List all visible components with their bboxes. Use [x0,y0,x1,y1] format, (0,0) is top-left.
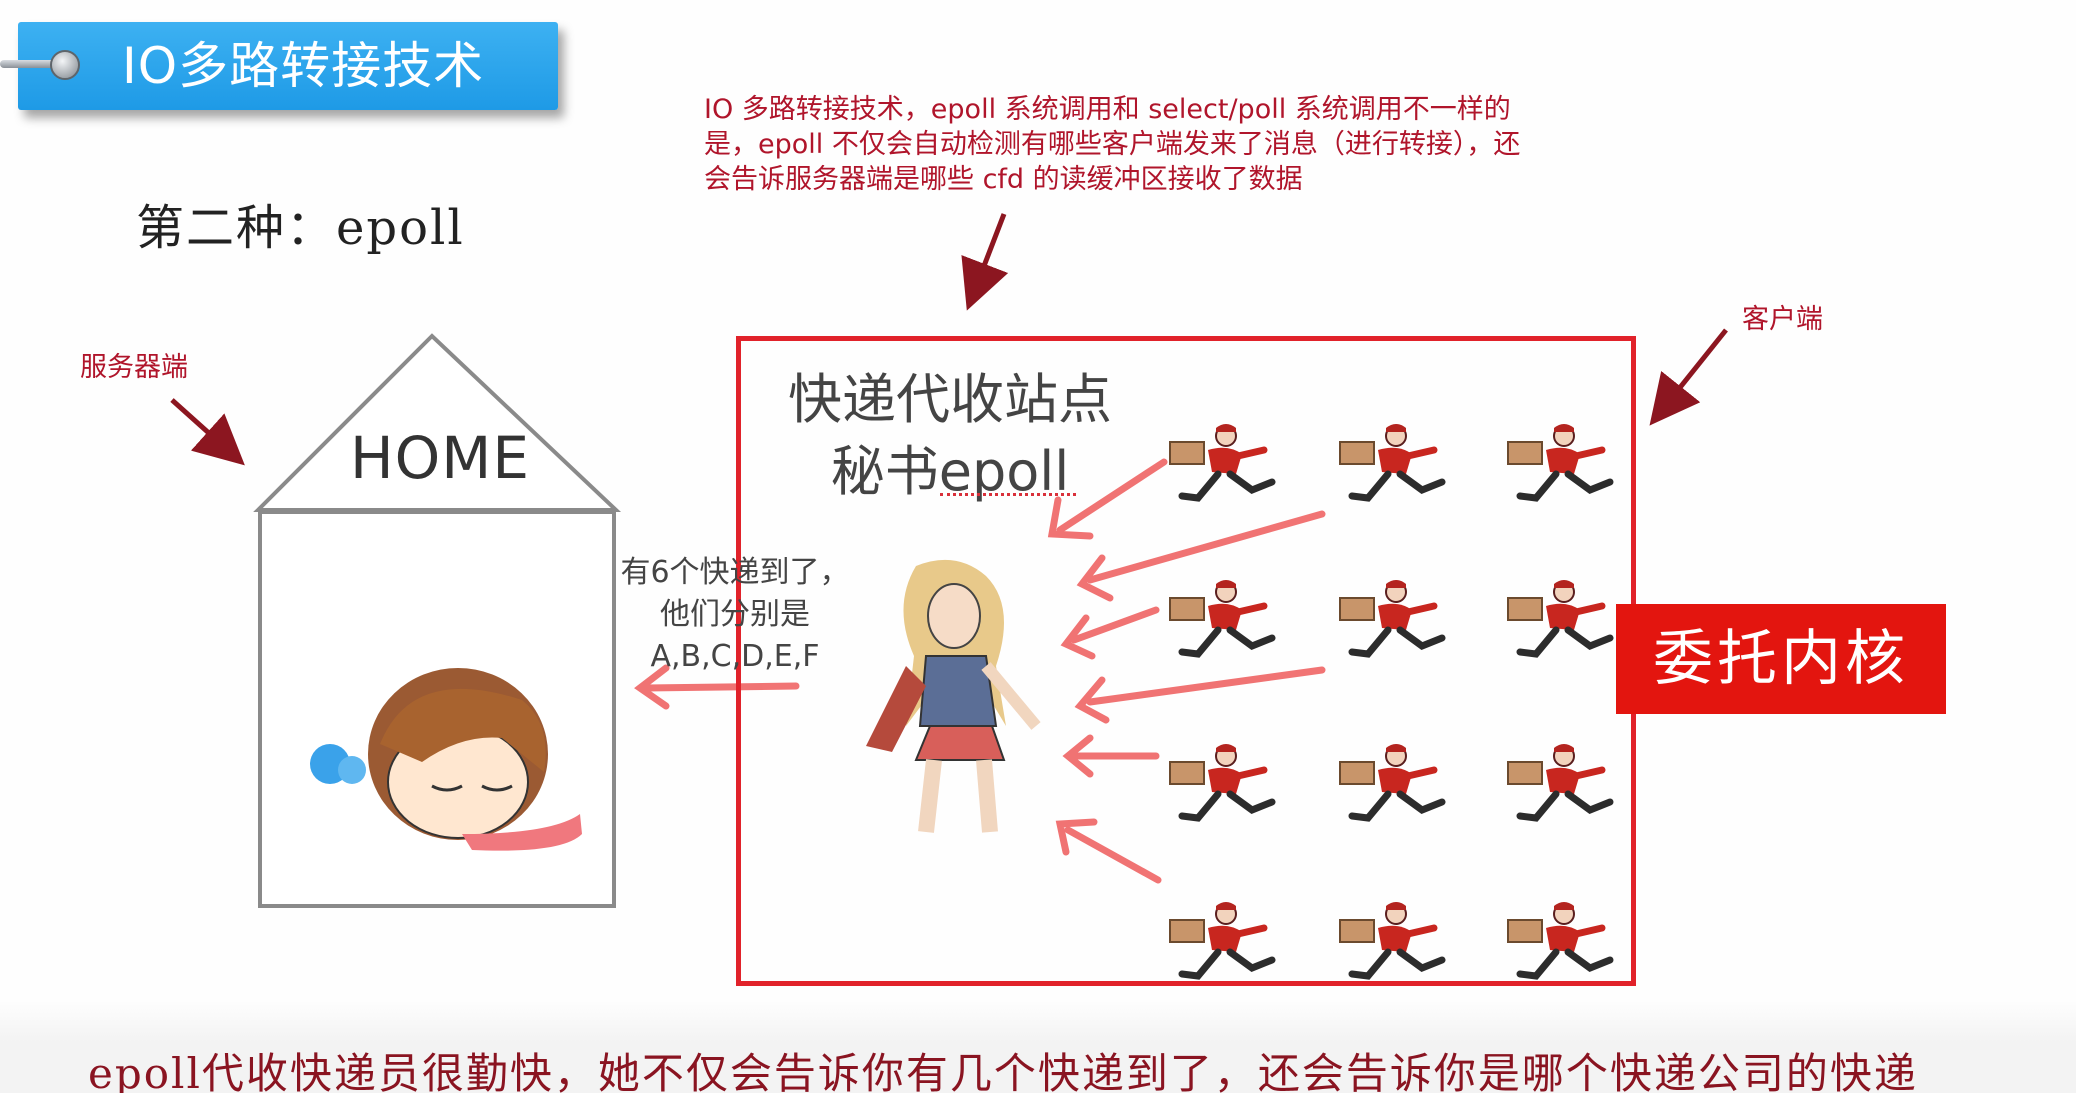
courier-runner-icon [1338,898,1458,988]
courier-runner-icon [1506,898,1626,988]
subtitle-text: epoll代收快递员很勤快，她不仅会告诉你有几个快递到了，还会告诉你是哪个快递公… [88,1049,1918,1093]
spellcheck-underline [940,488,1076,496]
pointer-arrow-top [961,213,1009,311]
sleeping-girl-illustration [310,668,582,851]
courier-runner-icon [1506,740,1626,830]
speech-line2: 他们分别是 [660,597,810,632]
courier-runner-icon [1338,740,1458,830]
station-title-line1: 快递代收站点 [788,368,1112,431]
house-body [258,510,616,908]
kernel-badge: 委托内核 [1616,604,1946,714]
courier-runner-icon [1168,420,1288,510]
courier-runner-icon [1168,898,1288,988]
house-label: HOME [350,424,530,492]
station-title-line2: 秘书epoll [830,440,1070,503]
superhero-secretary-illustration [866,559,1041,833]
courier-runner-icon [1168,740,1288,830]
courier-runner-icon [1338,420,1458,510]
pointer-arrow-server [170,398,245,466]
speech-line1: 有6个快递到了， [620,555,850,590]
courier-runner-icon [1338,576,1458,666]
station-title: 快递代收站点 秘书epoll [760,364,1140,508]
courier-runner-icon [1168,576,1288,666]
slide: IO多路转接技术 第二种：epoll IO 多路转接技术，epoll 系统调用和… [0,0,2076,1093]
courier-runner-icon [1506,576,1626,666]
speech-line3: A,B,C,D,E,F [650,639,820,674]
pointer-arrow-client [1649,328,1728,426]
speech-text: 有6个快递到了， 他们分别是 A,B,C,D,E,F [600,552,870,678]
courier-runner-icon [1506,420,1626,510]
